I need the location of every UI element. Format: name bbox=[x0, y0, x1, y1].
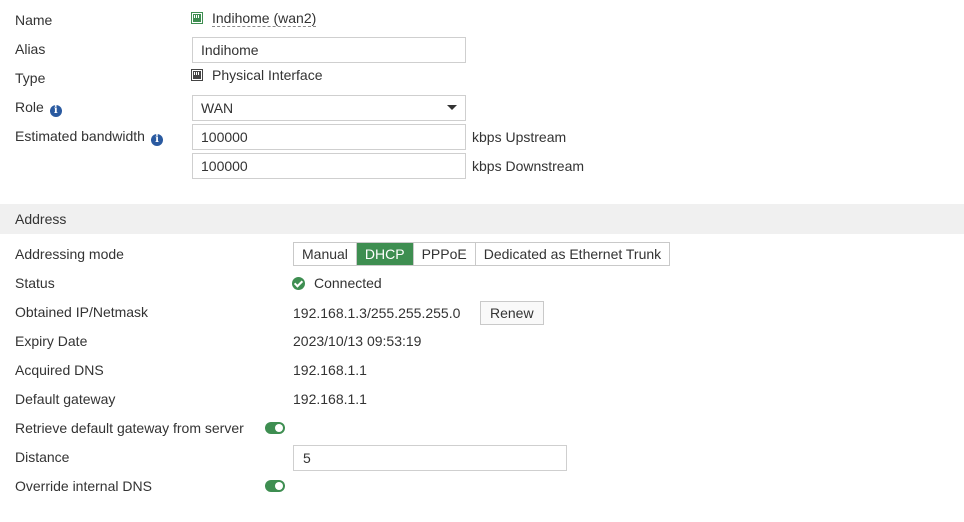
status-value: Connected bbox=[292, 274, 382, 292]
alias-label: Alias bbox=[15, 41, 46, 57]
distance-input[interactable]: 5 bbox=[293, 445, 567, 471]
gateway-label: Default gateway bbox=[15, 391, 116, 407]
dns-value: 192.168.1.1 bbox=[293, 362, 367, 378]
addressing-mode-selector: Manual DHCP PPPoE Dedicated as Ethernet … bbox=[293, 242, 671, 266]
downstream-input[interactable]: 100000 bbox=[192, 153, 466, 179]
retrieve-gateway-label: Retrieve default gateway from server bbox=[15, 420, 244, 436]
name-label: Name bbox=[15, 12, 53, 28]
mode-pppoe[interactable]: PPPoE bbox=[412, 243, 475, 265]
check-circle-icon bbox=[292, 277, 305, 290]
caret-down-icon bbox=[447, 105, 457, 110]
expiry-label: Expiry Date bbox=[15, 333, 88, 349]
addressing-mode-label: Addressing mode bbox=[15, 246, 124, 262]
retrieve-gateway-toggle[interactable] bbox=[265, 422, 285, 434]
address-section-header: Address bbox=[0, 204, 964, 234]
role-label-text: Role bbox=[15, 99, 44, 115]
status-text: Connected bbox=[314, 275, 382, 291]
alias-input[interactable]: Indihome bbox=[192, 37, 466, 63]
role-label: Role i bbox=[15, 98, 62, 117]
role-selected-value: WAN bbox=[201, 100, 234, 116]
network-port-icon bbox=[191, 69, 203, 81]
renew-button[interactable]: Renew bbox=[480, 301, 544, 325]
dns-label: Acquired DNS bbox=[15, 362, 104, 378]
mode-manual[interactable]: Manual bbox=[294, 243, 356, 265]
type-text: Physical Interface bbox=[212, 67, 323, 83]
role-select[interactable]: WAN bbox=[192, 95, 466, 121]
info-circle-icon[interactable]: i bbox=[150, 134, 163, 146]
toggle-knob bbox=[275, 424, 283, 432]
upstream-input[interactable]: 100000 bbox=[192, 124, 466, 150]
status-label: Status bbox=[15, 275, 55, 291]
expiry-value: 2023/10/13 09:53:19 bbox=[293, 333, 422, 349]
type-label: Type bbox=[15, 70, 46, 86]
gateway-value: 192.168.1.1 bbox=[293, 391, 367, 407]
bandwidth-label-text: Estimated bandwidth bbox=[15, 128, 145, 144]
type-value: Physical Interface bbox=[191, 66, 323, 84]
override-dns-label: Override internal DNS bbox=[15, 478, 152, 494]
downstream-unit: kbps Downstream bbox=[472, 158, 585, 174]
bandwidth-label: Estimated bandwidth i bbox=[15, 127, 163, 146]
network-port-icon bbox=[191, 12, 203, 24]
mode-dhcp[interactable]: DHCP bbox=[355, 243, 413, 265]
ip-value: 192.168.1.3/255.255.255.0 bbox=[293, 305, 461, 321]
upstream-unit: kbps Upstream bbox=[472, 129, 567, 145]
info-circle-icon[interactable]: i bbox=[49, 105, 62, 117]
section-title: Address bbox=[15, 211, 67, 227]
override-dns-toggle[interactable] bbox=[265, 480, 285, 492]
interface-name[interactable]: Indihome (wan2) bbox=[212, 10, 317, 27]
ip-label: Obtained IP/Netmask bbox=[15, 304, 149, 320]
distance-label: Distance bbox=[15, 449, 70, 465]
name-value: Indihome (wan2) bbox=[191, 9, 317, 27]
mode-ethernet-trunk[interactable]: Dedicated as Ethernet Trunk bbox=[474, 243, 670, 265]
toggle-knob bbox=[275, 482, 283, 490]
